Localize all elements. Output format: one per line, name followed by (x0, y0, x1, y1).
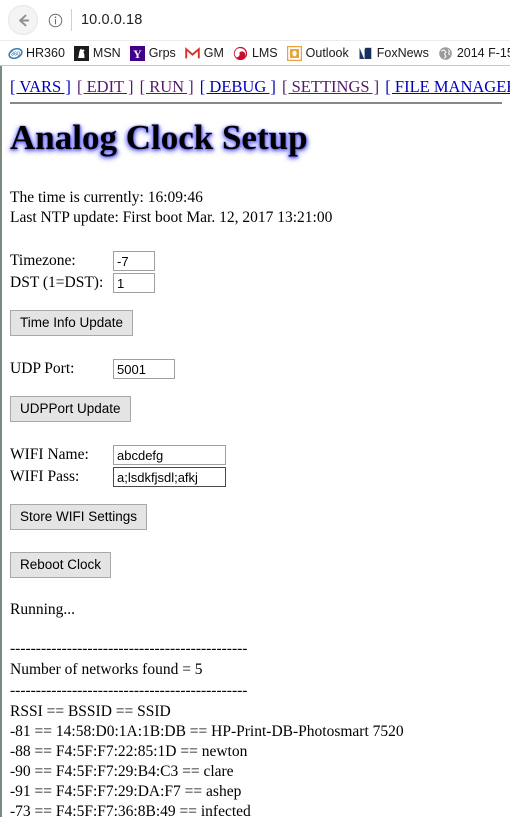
wifi-pass-label: WIFI Pass: (10, 468, 80, 485)
nav-link-run[interactable]: [ RUN ] (140, 77, 194, 96)
globe-favicon (438, 45, 454, 61)
bookmark-label: 2014 F-150 (456, 46, 510, 60)
ntp-update-line: Last NTP update: First boot Mar. 12, 201… (10, 209, 333, 226)
udp-port-update-button[interactable]: UDPPort Update (10, 396, 131, 422)
info-circle-glyph (48, 13, 62, 27)
wifi-pass-row: WIFI Pass: (10, 466, 502, 488)
udp-port-input[interactable] (113, 359, 175, 379)
nav-link-edit[interactable]: [ EDIT ] (77, 77, 134, 96)
back-arrow-icon (18, 14, 29, 26)
reboot-clock-row: Reboot Clock (10, 552, 502, 578)
network-row: -81 == 14:58:D0:1A:1B:DB == HP-Print-DB-… (10, 723, 404, 740)
bookmark-label: LMS (251, 46, 278, 60)
udp-port-label: UDP Port: (10, 360, 75, 377)
page-title: Analog Clock Setup (10, 118, 308, 157)
wifi-settings-form: WIFI Name: WIFI Pass: Store WIFI Setting… (10, 444, 502, 530)
dst-label: DST (1=DST): (10, 274, 104, 291)
store-wifi-settings-button[interactable]: Store WIFI Settings (10, 504, 148, 530)
bookmark-foxnews[interactable]: FoxNews (358, 45, 429, 61)
bookmark-msn[interactable]: MSN (74, 45, 121, 61)
wifi-name-label: WIFI Name: (10, 446, 89, 463)
bookmark-2014-f-150[interactable]: 2014 F-150 (438, 45, 510, 61)
nav-link-vars[interactable]: [ VARS ] (10, 77, 71, 96)
nav-links: [ VARS ] [ EDIT ] [ RUN ] [ DEBUG ] [ SE… (10, 77, 510, 97)
wifi-pass-input[interactable] (113, 467, 226, 487)
status-text: Running... (10, 601, 76, 618)
nav-link-file-manager[interactable]: [ FILE MANAGER ] (385, 77, 510, 96)
udp-port-row: UDP Port: (10, 358, 502, 380)
timezone-input[interactable] (113, 251, 155, 271)
address-bar-divider (71, 9, 72, 31)
network-row: -73 == F4:5F:F7:36:8B:49 == infected (10, 803, 251, 817)
network-scan-block: ----------------------------------------… (10, 640, 502, 817)
wifi-name-input[interactable] (113, 445, 226, 465)
page-viewport: [ VARS ] [ EDIT ] [ RUN ] [ DEBUG ] [ SE… (0, 66, 510, 817)
nav-divider (10, 102, 502, 104)
bookmark-label: Grps (148, 46, 176, 60)
nav-link-debug[interactable]: [ DEBUG ] (200, 77, 276, 96)
browser-chrome: 360 HR360 MSN Y Grps (0, 0, 510, 66)
timezone-row: Timezone: (10, 250, 502, 272)
msn-favicon (74, 45, 90, 61)
udp-port-update-row: UDPPort Update (10, 396, 502, 422)
foxnews-favicon (358, 45, 374, 61)
nav-link-settings[interactable]: [ SETTINGS ] (282, 77, 379, 96)
lms-favicon (233, 45, 249, 61)
network-row: -91 == F4:5F:F7:29:DA:F7 == ashep (10, 783, 242, 800)
current-time-line: The time is currently: 16:09:46 (10, 189, 203, 206)
bookmark-gm[interactable]: GM (185, 45, 224, 61)
network-row: -90 == F4:5F:F7:29:B4:C3 == clare (10, 763, 234, 780)
dst-row: DST (1=DST): (10, 272, 502, 294)
bookmarks-bar: 360 HR360 MSN Y Grps GM LMS Outlook FoxN… (0, 40, 510, 65)
gmail-favicon (185, 45, 201, 61)
bookmark-label: HR360 (26, 46, 65, 60)
time-settings-form: Timezone: DST (1=DST): Time Info Update (10, 250, 502, 336)
bookmark-label: MSN (92, 46, 121, 60)
bookmark-label: GM (203, 46, 224, 60)
reboot-clock-button[interactable]: Reboot Clock (10, 552, 112, 578)
dst-input[interactable] (113, 273, 155, 293)
scan-divider-top: ----------------------------------------… (10, 640, 248, 657)
yahoo-groups-favicon: Y (130, 45, 146, 61)
bookmark-label: Outlook (305, 46, 349, 60)
bookmark-lms[interactable]: LMS (233, 45, 278, 61)
browser-toolbar (0, 0, 510, 40)
time-info-block: The time is currently: 16:09:46 Last NTP… (10, 188, 502, 228)
info-circle-icon[interactable] (45, 10, 65, 30)
scan-divider-bottom: ----------------------------------------… (10, 682, 248, 699)
udp-settings-form: UDP Port: UDPPort Update (10, 358, 502, 422)
hr360-favicon: 360 (7, 45, 23, 61)
bookmark-label: FoxNews (376, 46, 429, 60)
scan-header-line: RSSI == BSSID == SSID (10, 703, 171, 720)
address-input[interactable] (81, 9, 461, 31)
network-count-line: Number of networks found = 5 (10, 661, 203, 678)
network-row: -88 == F4:5F:F7:22:85:1D == newton (10, 743, 248, 760)
bookmark-outlook[interactable]: Outlook (287, 45, 349, 61)
back-button[interactable] (8, 5, 38, 35)
wifi-name-row: WIFI Name: (10, 444, 502, 466)
svg-text:Y: Y (133, 46, 142, 60)
bookmark-hr360[interactable]: 360 HR360 (7, 45, 65, 61)
store-wifi-settings-row: Store WIFI Settings (10, 504, 502, 530)
outlook-favicon (287, 45, 303, 61)
time-info-update-button[interactable]: Time Info Update (10, 310, 134, 336)
timezone-label: Timezone: (10, 252, 76, 269)
time-info-update-row: Time Info Update (10, 310, 502, 336)
svg-text:360: 360 (11, 51, 20, 57)
bookmark-grps[interactable]: Y Grps (130, 45, 176, 61)
